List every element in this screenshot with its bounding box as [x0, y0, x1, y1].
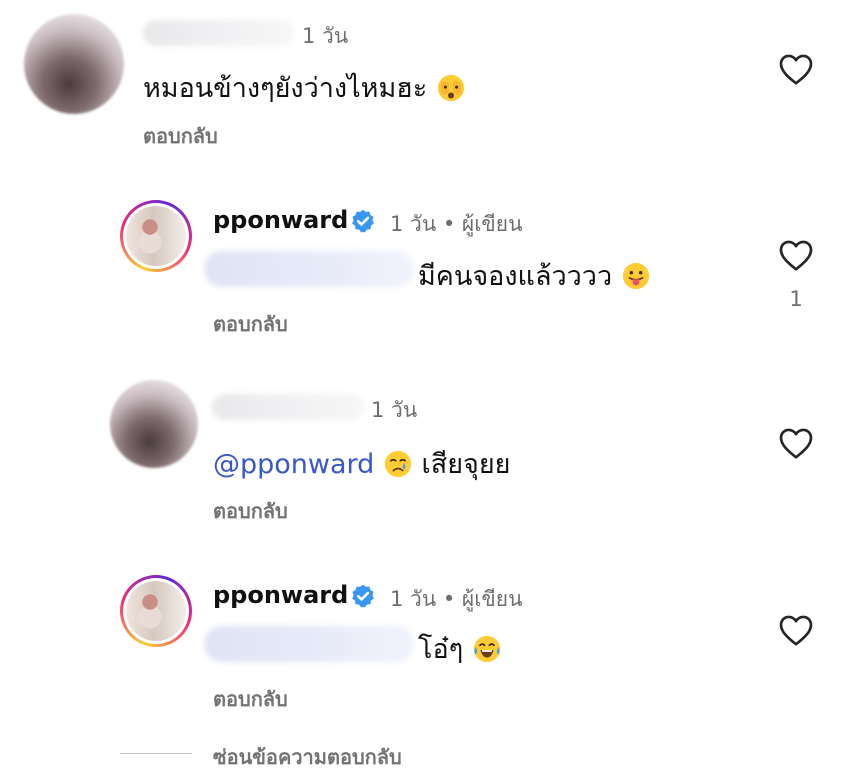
hide-replies-button[interactable]: ซ่อนข้อความตอบกลับ: [213, 741, 402, 773]
reply-button[interactable]: ตอบกลับ: [213, 495, 288, 527]
reply-button[interactable]: ตอบกลับ: [143, 120, 218, 152]
author-username[interactable]: pponward: [213, 581, 348, 609]
comment-text-content: มีคนจองแล้วววว: [418, 261, 613, 292]
author-photo: [126, 581, 186, 641]
author-username[interactable]: pponward: [213, 206, 348, 234]
comment-timestamp-author: 1 วัน • ผู้เขียน: [390, 212, 523, 236]
crying-face-icon: [384, 450, 412, 478]
comment-text: @pponward เสียจุยย: [213, 442, 511, 485]
author-avatar[interactable]: [120, 575, 192, 647]
comment-text: โอ๋ๆ: [418, 627, 502, 670]
commenter-avatar[interactable]: [24, 14, 124, 114]
comment-text: มีคนจองแล้วววว: [418, 254, 651, 297]
hide-replies-divider: [120, 753, 192, 754]
heart-icon[interactable]: [778, 52, 814, 86]
mention-link[interactable]: @pponward: [213, 449, 374, 480]
author-avatar[interactable]: [120, 200, 192, 272]
heart-icon[interactable]: [778, 613, 814, 647]
commenter-username-blurred[interactable]: [143, 20, 295, 46]
reply-button[interactable]: ตอบกลับ: [213, 308, 288, 340]
comment-text-content: หมอนข้างๆยังว่างไหมฮะ: [143, 73, 428, 104]
comment-text-content: โอ๋ๆ: [418, 634, 464, 665]
verified-badge-icon: [352, 209, 374, 233]
heart-icon[interactable]: [778, 238, 814, 272]
reply-button[interactable]: ตอบกลับ: [213, 683, 288, 715]
face-tongue-icon: [622, 262, 649, 290]
comment-timestamp: 1 วัน: [371, 398, 418, 422]
mention-blurred[interactable]: [204, 626, 414, 662]
verified-badge-icon: [352, 584, 374, 608]
heart-icon[interactable]: [778, 426, 814, 460]
face-peeking-icon: [437, 74, 464, 102]
like-count: 1: [789, 287, 803, 311]
tears-of-joy-icon: [473, 635, 500, 663]
commenter-username-blurred[interactable]: [212, 394, 364, 420]
author-photo: [126, 206, 186, 266]
comment-text: หมอนข้างๆยังว่างไหมฮะ: [143, 66, 466, 109]
comment-text-content: เสียจุยย: [421, 449, 511, 480]
comment-timestamp: 1 วัน: [302, 24, 349, 48]
commenter-avatar[interactable]: [110, 380, 198, 468]
comment-timestamp-author: 1 วัน • ผู้เขียน: [390, 587, 523, 611]
mention-blurred[interactable]: [204, 251, 414, 287]
